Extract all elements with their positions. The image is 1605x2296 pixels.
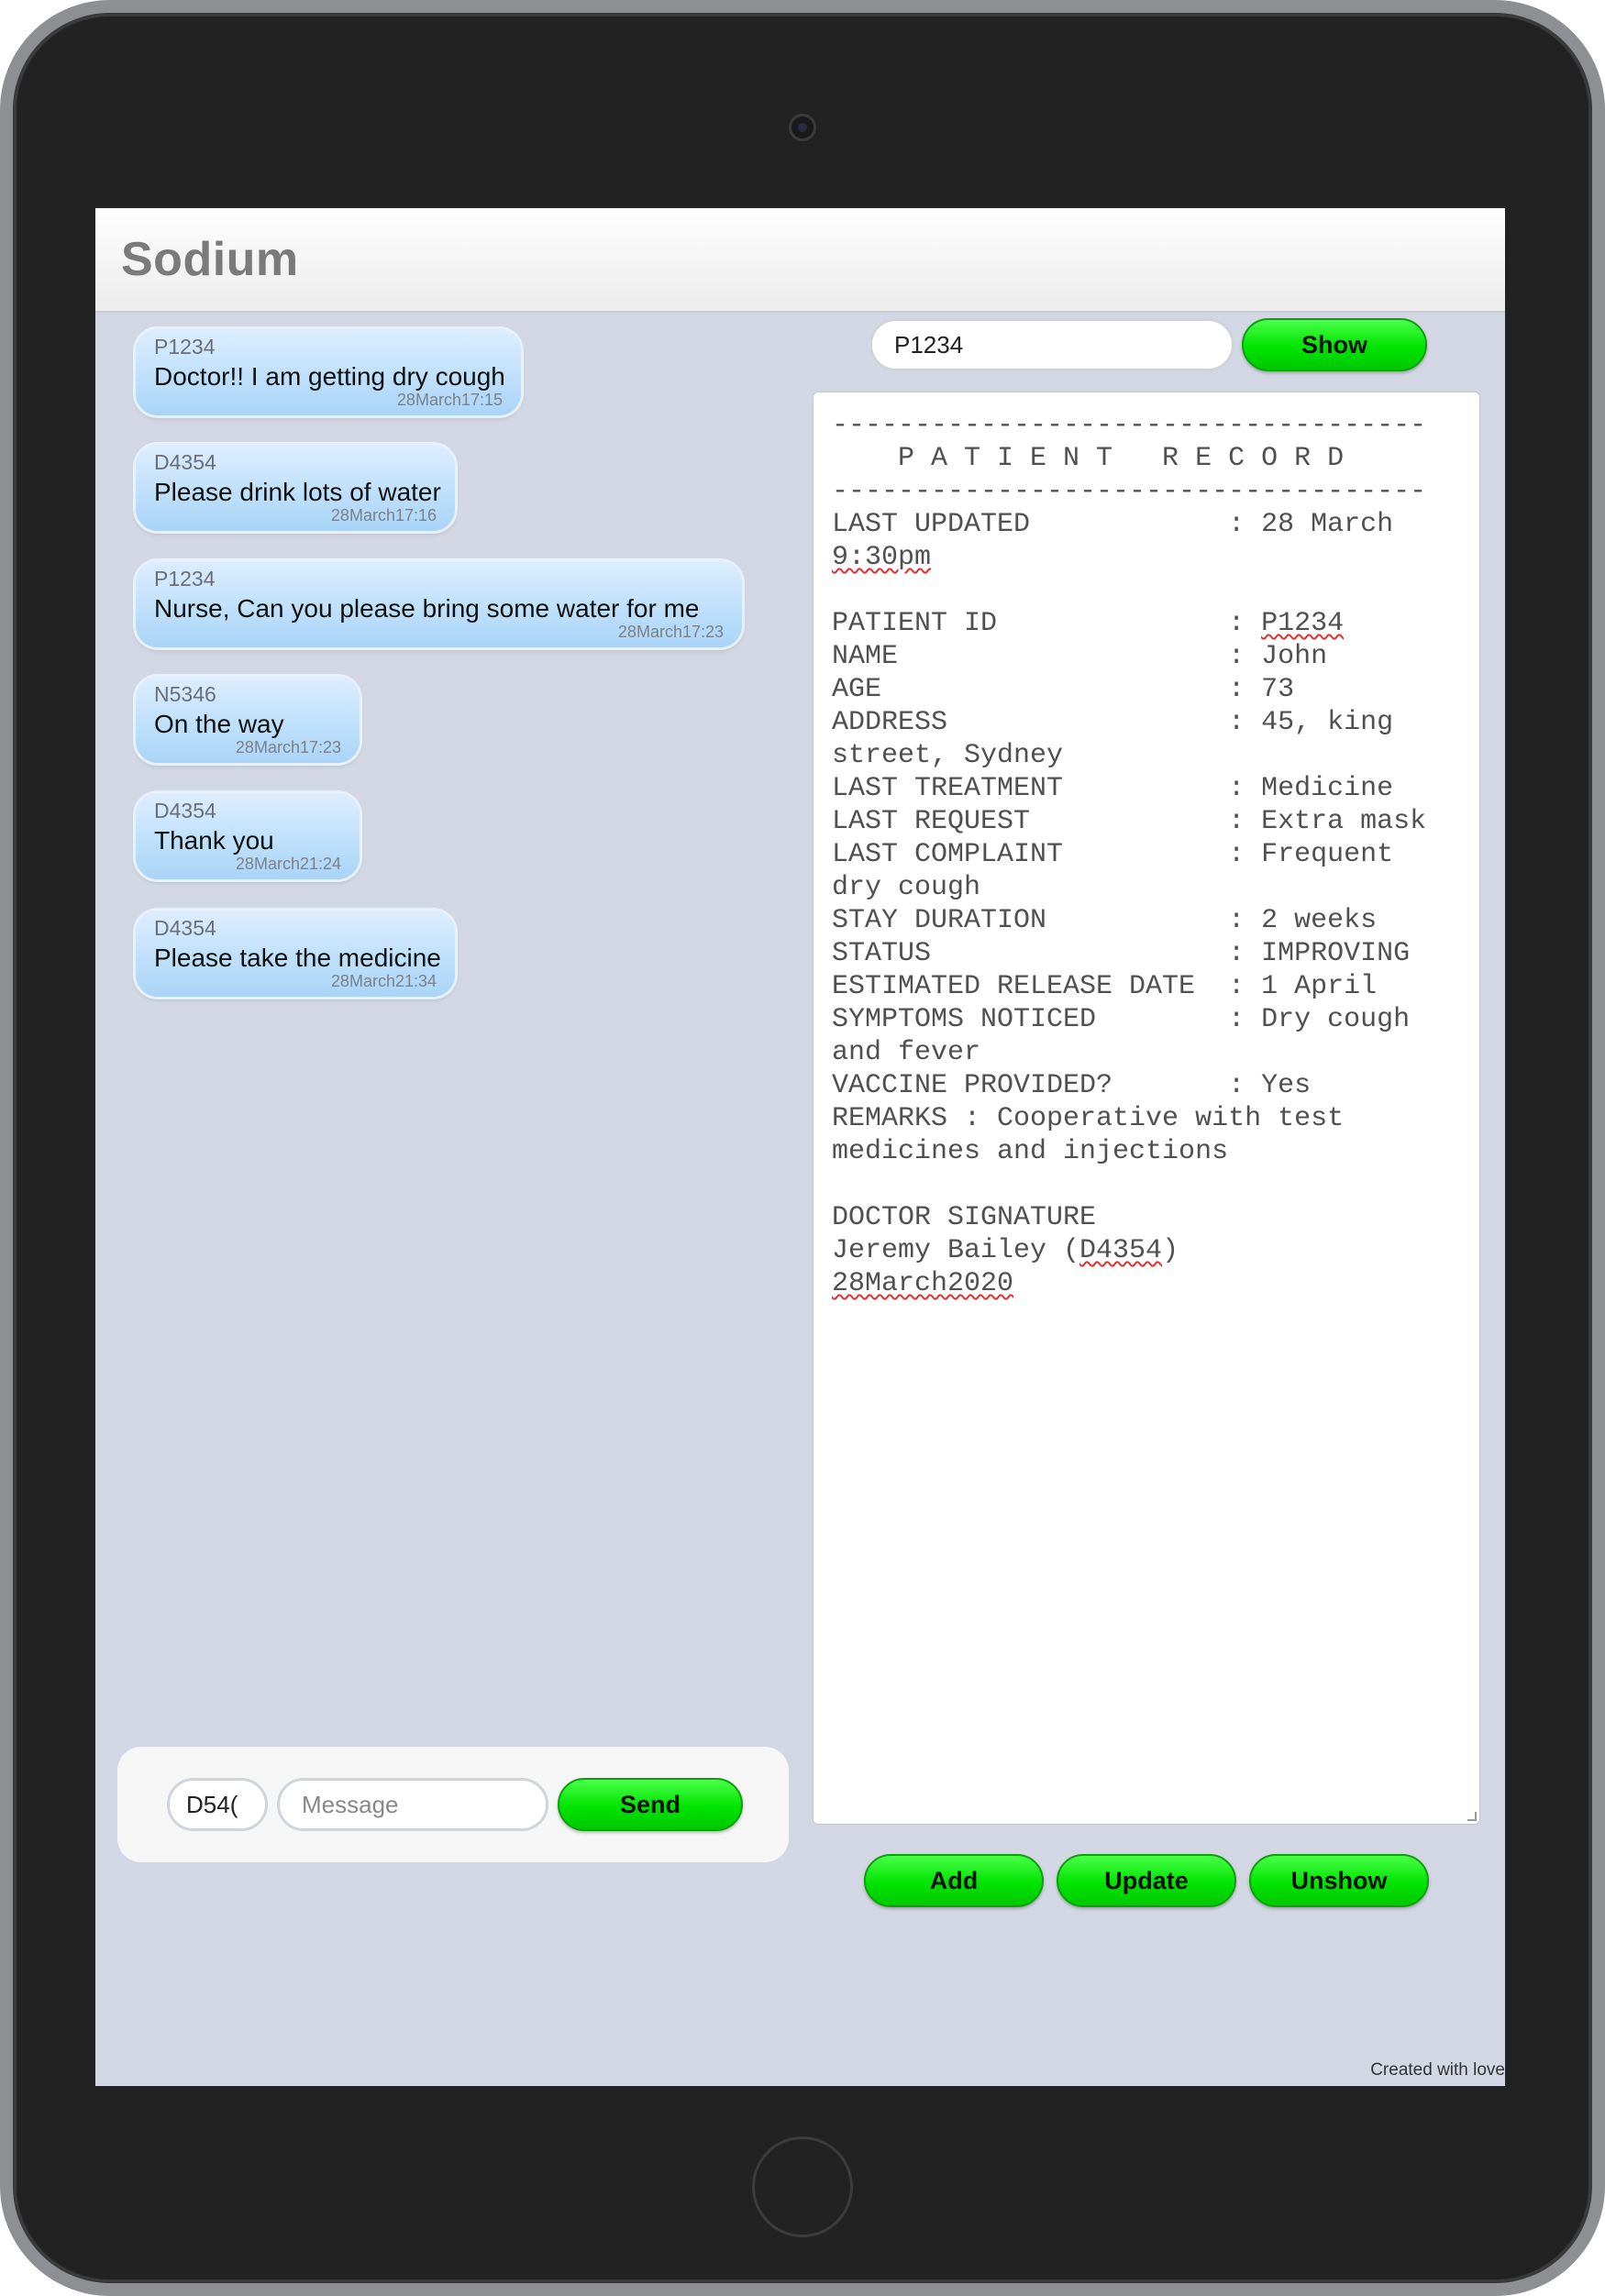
record-symptoms-cont: and fever <box>832 1037 981 1068</box>
resize-grip-icon[interactable] <box>1467 1812 1477 1821</box>
message-text: Nurse, Can you please bring some water f… <box>154 594 700 623</box>
send-button[interactable]: Send <box>558 1778 743 1831</box>
message-composer: Send <box>117 1747 789 1862</box>
record-doctor-close: ) <box>1162 1235 1179 1266</box>
record-heading: P A T I E N T R E C O R D <box>832 443 1345 474</box>
record-patient-id: P1234 <box>1261 608 1345 639</box>
message-text: Doctor!! I am getting dry cough <box>154 362 505 391</box>
record-name: NAME : John <box>832 641 1328 672</box>
record-vaccine: VACCINE PROVIDED? : Yes <box>832 1070 1312 1101</box>
message-sender: D4354 <box>154 916 216 940</box>
message-sender: D4354 <box>154 450 216 474</box>
record-last-treatment: LAST TREATMENT : Medicine <box>832 773 1394 804</box>
record-rule: ------------------------------------ <box>832 476 1427 507</box>
record-stay-duration: STAY DURATION : 2 weeks <box>832 905 1378 936</box>
message-time: 28March21:34 <box>330 972 437 990</box>
chat-message: D4354 Please take the medicine 28March21… <box>136 911 455 997</box>
message-text: Please take the medicine <box>154 944 441 972</box>
message-input[interactable] <box>277 1778 548 1831</box>
message-time: 28March17:16 <box>330 506 437 524</box>
app-screen: Sodium P1234 Doctor!! I am getting dry c… <box>95 208 1505 2086</box>
record-doctor-id: D4354 <box>1079 1235 1163 1266</box>
add-record-button[interactable]: Add <box>864 1854 1044 1907</box>
record-address-cont: street, Sydney <box>832 740 1064 771</box>
message-time: 28March17:15 <box>396 391 503 409</box>
record-status: STATUS : IMPROVING <box>832 938 1411 969</box>
patient-record-text: ------------------------------------ P A… <box>832 409 1426 1300</box>
chat-message: P1234 Nurse, Can you please bring some w… <box>136 561 742 647</box>
sender-id-input[interactable] <box>167 1778 268 1831</box>
unshow-record-button[interactable]: Unshow <box>1249 1854 1429 1907</box>
record-age: AGE : 73 <box>832 674 1295 705</box>
record-signature-label: DOCTOR SIGNATURE <box>832 1202 1097 1233</box>
record-address: ADDRESS : 45, king <box>832 707 1394 738</box>
chat-message: D4354 Please drink lots of water 28March… <box>136 445 455 531</box>
record-patient-id-label: PATIENT ID : <box>832 608 1262 639</box>
patient-id-input[interactable] <box>869 318 1234 371</box>
message-sender: P1234 <box>154 335 216 359</box>
message-time: 28March17:23 <box>617 623 724 641</box>
message-text: On the way <box>154 710 284 738</box>
update-record-button[interactable]: Update <box>1057 1854 1236 1907</box>
patient-record-textarea[interactable]: ------------------------------------ P A… <box>813 392 1480 1825</box>
chat-message: P1234 Doctor!! I am getting dry cough 28… <box>136 329 521 415</box>
app-header: Sodium <box>95 208 1505 313</box>
message-sender: N5346 <box>154 682 216 706</box>
record-remarks: REMARKS : Cooperative with test <box>832 1103 1345 1134</box>
message-time: 28March17:23 <box>235 738 341 756</box>
record-rule: ------------------------------------ <box>832 410 1427 441</box>
camera-icon <box>789 114 816 141</box>
record-last-updated-time: 9:30pm <box>832 542 932 573</box>
record-symptoms: SYMPTOMS NOTICED : Dry cough <box>832 1004 1411 1035</box>
message-sender: D4354 <box>154 799 216 822</box>
footer-note: Created with love <box>1370 2060 1505 2080</box>
message-text: Please drink lots of water <box>154 478 441 506</box>
message-sender: P1234 <box>154 567 216 591</box>
message-text: Thank you <box>154 826 274 855</box>
message-time: 28March21:24 <box>235 855 341 873</box>
show-record-button[interactable]: Show <box>1242 318 1427 371</box>
record-signed-date: 28March2020 <box>832 1268 1014 1299</box>
chat-message: D4354 Thank you 28March21:24 <box>136 793 360 879</box>
record-remarks-cont: medicines and injections <box>832 1136 1229 1167</box>
record-doctor-name: Jeremy Bailey ( <box>832 1235 1080 1266</box>
record-last-updated: LAST UPDATED : 28 March <box>832 509 1394 540</box>
record-release-date: ESTIMATED RELEASE DATE : 1 April <box>832 971 1378 1002</box>
app-title: Sodium <box>121 233 299 286</box>
home-button[interactable] <box>752 2136 853 2237</box>
record-last-request: LAST REQUEST : Extra mask <box>832 806 1427 837</box>
chat-message: N5346 On the way 28March17:23 <box>136 677 360 763</box>
record-last-complaint-cont: dry cough <box>832 872 981 903</box>
record-last-complaint: LAST COMPLAINT : Frequent <box>832 839 1394 870</box>
